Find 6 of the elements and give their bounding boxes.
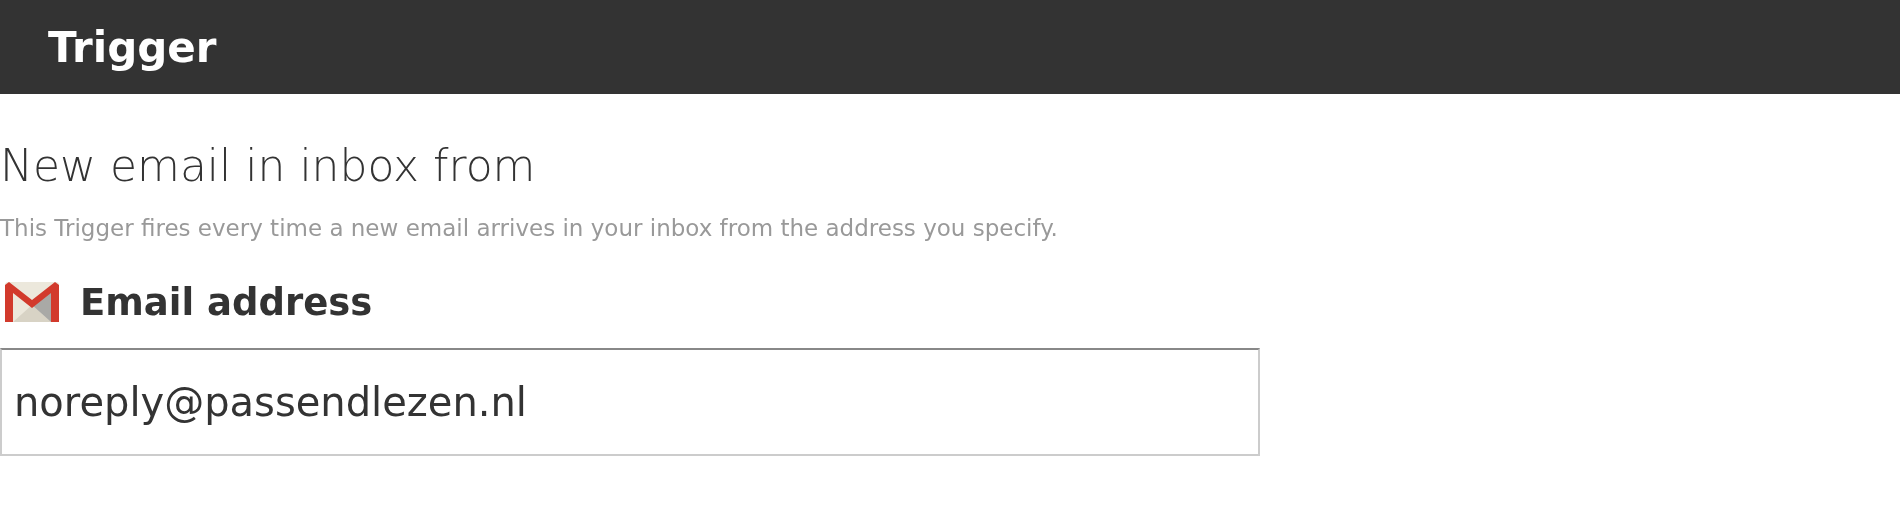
field-label: Email address: [80, 280, 373, 324]
trigger-description: This Trigger fires every time a new email arrives in your inbox from the address you specify.: [0, 214, 1059, 241]
email-field[interactable]: noreply@passendlezen.nl: [0, 347, 1260, 456]
mail-icon: [4, 281, 60, 324]
trigger-title: New email in inbox from: [0, 140, 537, 193]
header-title: Trigger: [48, 22, 217, 72]
